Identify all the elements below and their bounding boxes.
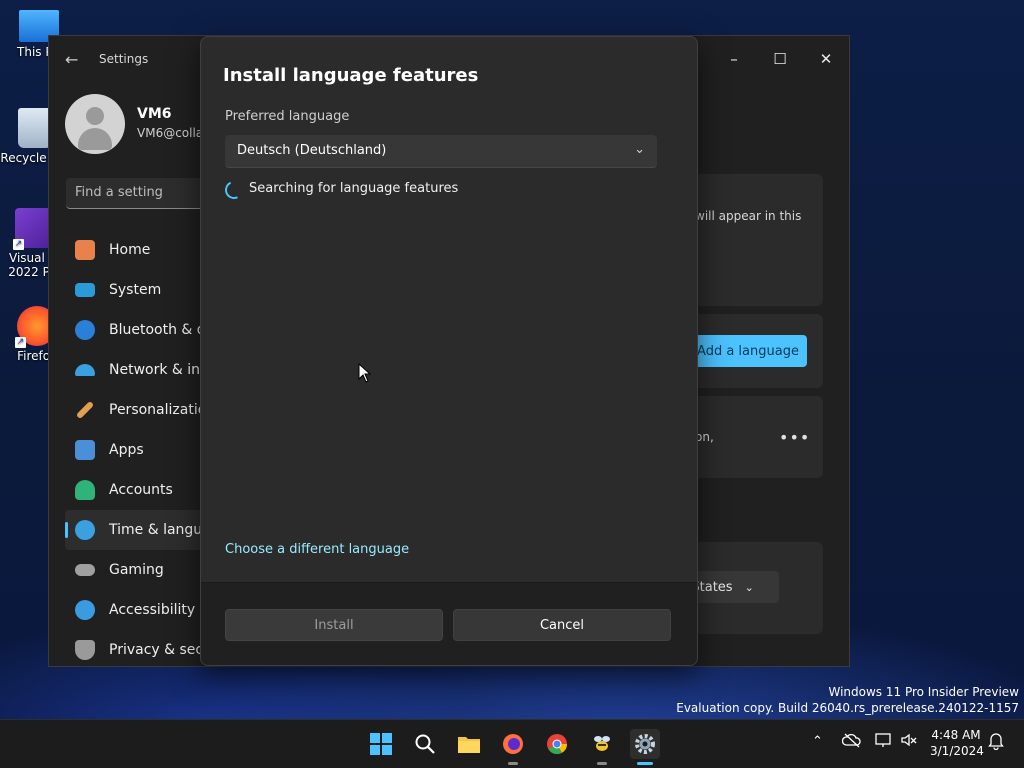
recycle-bin-icon — [18, 108, 52, 148]
running-indicator — [508, 762, 518, 765]
settings-gear-icon[interactable] — [630, 729, 660, 765]
sidebar-item-label: Apps — [109, 442, 144, 458]
shield-icon — [75, 640, 95, 660]
chevron-down-icon: ⌄ — [634, 142, 645, 157]
brush-icon — [75, 400, 95, 420]
onedrive-offline-icon[interactable] — [841, 732, 862, 752]
volume-muted-icon[interactable] — [900, 732, 918, 752]
clock-time: 4:48 AM — [931, 728, 981, 742]
gaming-icon — [75, 564, 95, 576]
sidebar-item-label: System — [109, 282, 162, 298]
chevron-down-icon: ⌄ — [744, 580, 754, 594]
accessibility-icon — [75, 600, 95, 620]
more-options-icon[interactable]: ••• — [779, 428, 810, 447]
shortcut-arrow-icon: ↗ — [15, 337, 26, 348]
firefox-icon[interactable] — [498, 729, 528, 765]
bluetooth-icon — [75, 320, 95, 340]
dialog-footer: Install Cancel — [201, 582, 697, 665]
sidebar-item-label: Accounts — [109, 482, 173, 498]
profile-name: VM6 — [137, 106, 172, 122]
running-indicator — [597, 762, 607, 765]
file-explorer-icon[interactable] — [454, 729, 484, 759]
sidebar-item-label: Accessibility — [109, 602, 196, 618]
loading-spinner-icon — [222, 178, 246, 202]
watermark-line-2: Evaluation copy. Build 26040.rs_prerelea… — [676, 701, 1019, 715]
install-button[interactable]: Install — [225, 609, 443, 641]
preferred-language-dropdown[interactable]: Deutsch (Deutschland) ⌄ — [225, 135, 657, 168]
clock-date: 3/1/2024 — [930, 744, 984, 758]
taskbar: ⌃ 4:48 AM 3/1/2024 — [0, 719, 1024, 768]
sidebar-item-label: Gaming — [109, 562, 164, 578]
selected-language: Deutsch (Deutschland) — [237, 143, 387, 158]
mouse-cursor-icon — [358, 363, 372, 383]
window-title: Settings — [99, 52, 149, 66]
wifi-icon — [75, 364, 95, 376]
bee-app-icon[interactable] — [587, 729, 617, 765]
install-language-dialog: Install language features Preferred lang… — [200, 36, 698, 666]
system-icon — [75, 283, 95, 297]
running-indicator — [637, 762, 653, 765]
search-icon[interactable] — [410, 729, 440, 759]
start-icon[interactable] — [366, 729, 396, 759]
avatar — [65, 94, 125, 154]
add-language-button[interactable]: Add a language — [689, 335, 807, 367]
chevron-up-icon[interactable]: ⌃ — [812, 734, 823, 749]
cancel-button[interactable]: Cancel — [453, 609, 671, 641]
watermark-line-1: Windows 11 Pro Insider Preview — [828, 685, 1019, 699]
search-placeholder: Find a setting — [75, 185, 163, 200]
sidebar-item-label: Bluetooth & de — [109, 322, 215, 338]
apps-icon — [75, 440, 95, 460]
notification-bell-icon[interactable] — [988, 732, 1004, 754]
accounts-icon — [75, 480, 95, 500]
globe-clock-icon — [75, 520, 95, 540]
search-status-text: Searching for language features — [249, 181, 459, 196]
sidebar-item-label: Time & langua — [109, 522, 211, 538]
dialog-title: Install language features — [223, 65, 479, 86]
taskbar-clock[interactable]: 4:48 AM 3/1/2024 — [930, 727, 984, 759]
close-button[interactable]: ✕ — [803, 44, 849, 74]
home-icon — [75, 240, 95, 260]
sidebar-item-label: Privacy & secu — [109, 642, 212, 658]
maximize-button[interactable]: ☐ — [757, 44, 803, 74]
minimize-button[interactable]: – — [711, 44, 757, 74]
preferred-hint-text: will appear in this — [695, 209, 802, 223]
sidebar-item-label: Home — [109, 242, 151, 258]
preferred-language-label: Preferred language — [225, 109, 350, 124]
choose-different-language-link[interactable]: Choose a different language — [225, 542, 409, 557]
profile-email: VM6@collal — [137, 126, 207, 140]
chrome-icon[interactable] — [542, 729, 572, 759]
arrow-left-icon[interactable]: ← — [65, 50, 78, 69]
sidebar-item-label: Network & inte — [109, 362, 215, 378]
network-icon[interactable] — [874, 732, 894, 752]
shortcut-arrow-icon: ↗ — [13, 239, 24, 250]
